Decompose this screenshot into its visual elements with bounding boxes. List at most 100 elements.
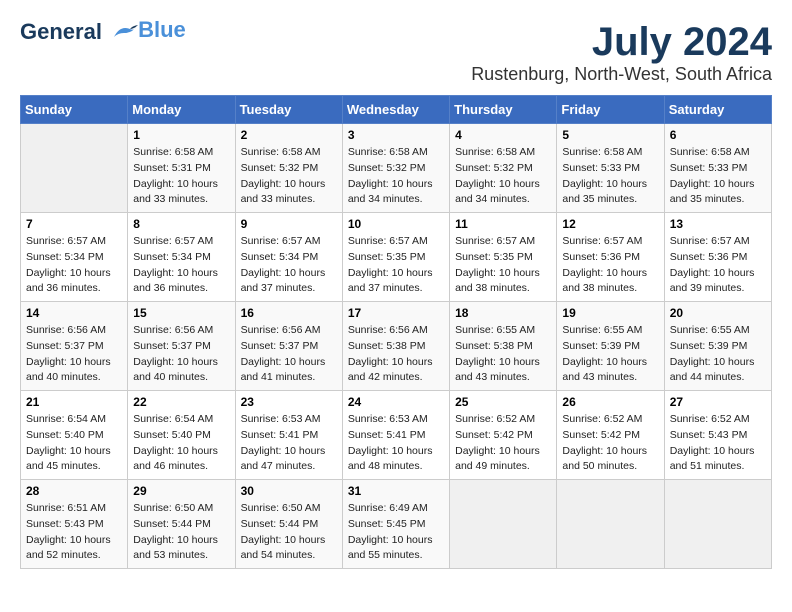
calendar-cell: 30 Sunrise: 6:50 AMSunset: 5:44 PMDayligh… [235,480,342,569]
day-number: 28 [26,484,122,498]
calendar-cell: 4Sunrise: 6:58 AMSunset: 5:32 PMDaylight… [450,124,557,213]
calendar-cell: 27 Sunrise: 6:52 AMSunset: 5:43 PMDayligh… [664,391,771,480]
day-number: 3 [348,128,444,142]
day-number: 8 [133,217,229,231]
calendar-cell: 1Sunrise: 6:58 AMSunset: 5:31 PMDaylight… [128,124,235,213]
calendar-cell: 22 Sunrise: 6:54 AMSunset: 5:40 PMDayligh… [128,391,235,480]
day-info: Sunrise: 6:57 AMSunset: 5:34 PMDaylight:… [241,234,337,297]
day-info: Sunrise: 6:56 AMSunset: 5:37 PMDaylight:… [26,323,122,386]
day-number: 4 [455,128,551,142]
day-number: 6 [670,128,766,142]
day-info: Sunrise: 6:52 AMSunset: 5:42 PMDaylight:… [455,412,551,475]
day-info: Sunrise: 6:58 AMSunset: 5:31 PMDaylight:… [133,145,229,208]
day-info: Sunrise: 6:58 AMSunset: 5:32 PMDaylight:… [348,145,444,208]
calendar-cell: 2Sunrise: 6:58 AMSunset: 5:32 PMDaylight… [235,124,342,213]
weekday-header-row: SundayMondayTuesdayWednesdayThursdayFrid… [21,96,772,124]
weekday-header-tuesday: Tuesday [235,96,342,124]
weekday-header-thursday: Thursday [450,96,557,124]
page-header: General Blue July 2024 Rustenburg, North… [20,20,772,85]
day-number: 13 [670,217,766,231]
day-number: 22 [133,395,229,409]
day-number: 5 [562,128,658,142]
day-info: Sunrise: 6:50 AMSunset: 5:44 PMDaylight:… [133,501,229,564]
calendar-cell: 9 Sunrise: 6:57 AMSunset: 5:34 PMDaylight… [235,213,342,302]
calendar-cell: 5 Sunrise: 6:58 AMSunset: 5:33 PMDaylight… [557,124,664,213]
calendar-cell [664,480,771,569]
location-title: Rustenburg, North-West, South Africa [471,64,772,85]
day-number: 29 [133,484,229,498]
day-info: Sunrise: 6:57 AMSunset: 5:35 PMDaylight:… [348,234,444,297]
day-number: 19 [562,306,658,320]
day-info: Sunrise: 6:51 AMSunset: 5:43 PMDaylight:… [26,501,122,564]
calendar-body: 1Sunrise: 6:58 AMSunset: 5:31 PMDaylight… [21,124,772,569]
day-info: Sunrise: 6:52 AMSunset: 5:43 PMDaylight:… [670,412,766,475]
day-info: Sunrise: 6:57 AMSunset: 5:36 PMDaylight:… [562,234,658,297]
day-number: 17 [348,306,444,320]
calendar-cell: 16 Sunrise: 6:56 AMSunset: 5:37 PMDayligh… [235,302,342,391]
calendar-week-5: 28 Sunrise: 6:51 AMSunset: 5:43 PMDayligh… [21,480,772,569]
day-number: 27 [670,395,766,409]
day-number: 23 [241,395,337,409]
day-number: 26 [562,395,658,409]
day-info: Sunrise: 6:56 AMSunset: 5:37 PMDaylight:… [241,323,337,386]
calendar-cell: 11Sunrise: 6:57 AMSunset: 5:35 PMDayligh… [450,213,557,302]
day-info: Sunrise: 6:49 AMSunset: 5:45 PMDaylight:… [348,501,444,564]
calendar-week-3: 14 Sunrise: 6:56 AMSunset: 5:37 PMDayligh… [21,302,772,391]
title-block: July 2024 Rustenburg, North-West, South … [471,20,772,85]
month-title: July 2024 [471,20,772,64]
day-info: Sunrise: 6:55 AMSunset: 5:39 PMDaylight:… [670,323,766,386]
calendar-cell: 23 Sunrise: 6:53 AMSunset: 5:41 PMDayligh… [235,391,342,480]
day-info: Sunrise: 6:54 AMSunset: 5:40 PMDaylight:… [26,412,122,475]
weekday-header-wednesday: Wednesday [342,96,449,124]
day-info: Sunrise: 6:57 AMSunset: 5:36 PMDaylight:… [670,234,766,297]
weekday-header-monday: Monday [128,96,235,124]
calendar-cell: 29 Sunrise: 6:50 AMSunset: 5:44 PMDayligh… [128,480,235,569]
calendar-cell: 13 Sunrise: 6:57 AMSunset: 5:36 PMDayligh… [664,213,771,302]
calendar-cell [557,480,664,569]
calendar-cell: 12 Sunrise: 6:57 AMSunset: 5:36 PMDayligh… [557,213,664,302]
day-number: 9 [241,217,337,231]
calendar-table: SundayMondayTuesdayWednesdayThursdayFrid… [20,95,772,569]
calendar-cell: 21 Sunrise: 6:54 AMSunset: 5:40 PMDayligh… [21,391,128,480]
calendar-week-4: 21 Sunrise: 6:54 AMSunset: 5:40 PMDayligh… [21,391,772,480]
logo: General Blue [20,20,186,44]
day-info: Sunrise: 6:52 AMSunset: 5:42 PMDaylight:… [562,412,658,475]
day-info: Sunrise: 6:50 AMSunset: 5:44 PMDaylight:… [241,501,337,564]
day-info: Sunrise: 6:58 AMSunset: 5:33 PMDaylight:… [562,145,658,208]
day-number: 30 [241,484,337,498]
day-number: 7 [26,217,122,231]
calendar-header: SundayMondayTuesdayWednesdayThursdayFrid… [21,96,772,124]
calendar-cell: 6Sunrise: 6:58 AMSunset: 5:33 PMDaylight… [664,124,771,213]
calendar-cell: 15Sunrise: 6:56 AMSunset: 5:37 PMDayligh… [128,302,235,391]
day-number: 12 [562,217,658,231]
day-number: 20 [670,306,766,320]
day-number: 10 [348,217,444,231]
calendar-cell: 19 Sunrise: 6:55 AMSunset: 5:39 PMDayligh… [557,302,664,391]
day-number: 25 [455,395,551,409]
calendar-week-1: 1Sunrise: 6:58 AMSunset: 5:31 PMDaylight… [21,124,772,213]
calendar-cell: 20 Sunrise: 6:55 AMSunset: 5:39 PMDayligh… [664,302,771,391]
calendar-cell: 26 Sunrise: 6:52 AMSunset: 5:42 PMDayligh… [557,391,664,480]
day-number: 21 [26,395,122,409]
day-number: 15 [133,306,229,320]
day-info: Sunrise: 6:57 AMSunset: 5:34 PMDaylight:… [26,234,122,297]
calendar-cell: 8Sunrise: 6:57 AMSunset: 5:34 PMDaylight… [128,213,235,302]
day-number: 14 [26,306,122,320]
day-number: 16 [241,306,337,320]
day-info: Sunrise: 6:58 AMSunset: 5:32 PMDaylight:… [241,145,337,208]
day-info: Sunrise: 6:55 AMSunset: 5:39 PMDaylight:… [562,323,658,386]
day-info: Sunrise: 6:57 AMSunset: 5:35 PMDaylight:… [455,234,551,297]
logo-blue: Blue [138,17,186,42]
logo-general: General [20,19,102,44]
calendar-cell: 18Sunrise: 6:55 AMSunset: 5:38 PMDayligh… [450,302,557,391]
calendar-cell: 14 Sunrise: 6:56 AMSunset: 5:37 PMDayligh… [21,302,128,391]
calendar-cell: 25 Sunrise: 6:52 AMSunset: 5:42 PMDayligh… [450,391,557,480]
day-info: Sunrise: 6:53 AMSunset: 5:41 PMDaylight:… [348,412,444,475]
day-info: Sunrise: 6:54 AMSunset: 5:40 PMDaylight:… [133,412,229,475]
day-info: Sunrise: 6:55 AMSunset: 5:38 PMDaylight:… [455,323,551,386]
day-number: 31 [348,484,444,498]
day-number: 24 [348,395,444,409]
day-info: Sunrise: 6:53 AMSunset: 5:41 PMDaylight:… [241,412,337,475]
calendar-cell [21,124,128,213]
logo-bird-icon [110,23,138,43]
